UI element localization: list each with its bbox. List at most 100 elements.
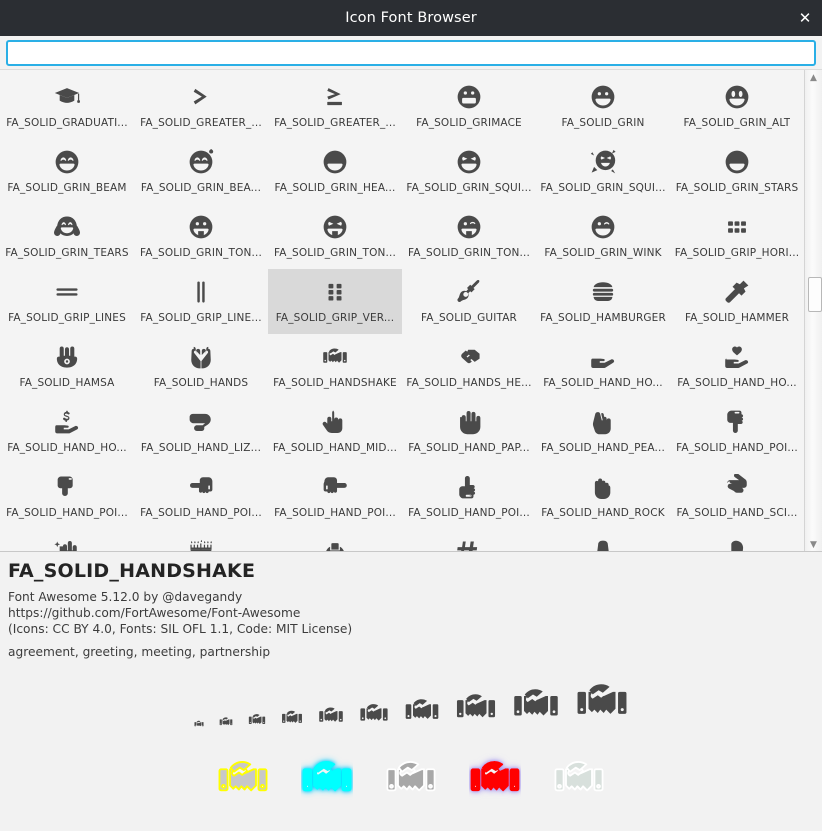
icon-cell[interactable]: FA_SOLID_GRIN_TEARS	[0, 204, 134, 269]
icon-cell-label: FA_SOLID_GRIN_TON...	[408, 247, 530, 259]
detail-credit: Font Awesome 5.12.0 by @davegandy	[8, 590, 243, 604]
grip-lines-vertical-icon	[188, 275, 214, 309]
icon-cell[interactable]: FA_SOLID_HAND_PEA...	[536, 399, 670, 464]
icon-cell[interactable]: FA_SOLID_GRADUATI...	[0, 74, 134, 139]
icon-cell-label: FA_SOLID_HANDS	[153, 377, 249, 389]
size-preview-icon	[575, 675, 629, 729]
icon-cell[interactable]	[268, 529, 402, 551]
detail-url: https://github.com/FortAwesome/Font-Awes…	[8, 606, 301, 620]
close-icon[interactable]: ✕	[788, 0, 822, 36]
icon-cell[interactable]	[536, 529, 670, 551]
hand-holding-usd-icon	[54, 405, 80, 439]
icon-cell-label: FA_SOLID_HANDSHAKE	[273, 377, 397, 389]
scroll-down-arrow-icon[interactable]: ▼	[805, 537, 822, 551]
icon-cell[interactable]: FA_SOLID_GRIP_LINES	[0, 269, 134, 334]
icon-cell[interactable]: FA_SOLID_GRIN	[536, 74, 670, 139]
grip-vertical-icon	[322, 275, 348, 309]
icon-cell[interactable]: FA_SOLID_GREATER_...	[134, 74, 268, 139]
icon-cell[interactable]: FA_SOLID_GRIN_BEAM	[0, 139, 134, 204]
icon-cell[interactable]: FA_SOLID_HAMSA	[0, 334, 134, 399]
icon-cell[interactable]: FA_SOLID_HAND_ROCK	[536, 464, 670, 529]
icon-cell[interactable]: FA_SOLID_GREATER_...	[268, 74, 402, 139]
icon-cell[interactable]: FA_SOLID_HAND_POI...	[402, 464, 536, 529]
icon-cell[interactable]: FA_SOLID_HAND_POI...	[268, 464, 402, 529]
icon-cell[interactable]: FA_SOLID_GRIN_HEA...	[268, 139, 402, 204]
icon-cell[interactable]: FA_SOLID_GRIN_TON...	[402, 204, 536, 269]
hand-point-down-icon	[724, 405, 750, 439]
hard-hat-icon	[322, 535, 348, 551]
icon-cell-label: FA_SOLID_GREATER_...	[274, 117, 396, 129]
size-preview-icon	[359, 699, 389, 729]
icon-cell[interactable]: FA_SOLID_HANDS	[134, 334, 268, 399]
detail-title: FA_SOLID_HANDSHAKE	[8, 560, 256, 582]
greater-than-icon	[188, 80, 214, 114]
hand-lizard-icon	[188, 405, 214, 439]
icon-cell[interactable]: FA_SOLID_GRIN_SQUI...	[536, 139, 670, 204]
icon-cell-label: FA_SOLID_HAND_LIZ...	[140, 442, 262, 454]
grin-tears-icon	[54, 210, 80, 244]
icon-cell-label: FA_SOLID_GRIN_ALT	[683, 117, 791, 129]
icon-cell[interactable]: FA_SOLID_HAND_HO...	[670, 334, 804, 399]
icon-cell[interactable]: FA_SOLID_GUITAR	[402, 269, 536, 334]
size-preview-icon	[404, 693, 440, 729]
icon-cell[interactable]: FA_SOLID_HAND_MID...	[268, 399, 402, 464]
icon-cell[interactable]: FA_SOLID_HAMMER	[670, 269, 804, 334]
grin-squint-icon	[456, 145, 482, 179]
icon-cell[interactable]: FA_SOLID_HAND_LIZ...	[134, 399, 268, 464]
grin-tongue-icon	[188, 210, 214, 244]
icon-cell[interactable]: FA_SOLID_HAND_HO...	[0, 399, 134, 464]
icon-cell[interactable]: FA_SOLID_GRIN_TON...	[134, 204, 268, 269]
graduation-cap-icon	[54, 80, 80, 114]
icon-cell[interactable]: FA_SOLID_GRIP_LINE...	[134, 269, 268, 334]
icon-cell-label: FA_SOLID_GRIN_TON...	[274, 247, 396, 259]
icon-cell[interactable]	[402, 529, 536, 551]
icon-cell-label: FA_SOLID_GRIN_SQUI...	[406, 182, 532, 194]
icon-cell[interactable]	[0, 529, 134, 551]
hanukiah-icon	[188, 535, 214, 551]
icon-cell[interactable]: FA_SOLID_HAND_POI...	[0, 464, 134, 529]
icon-cell-label: FA_SOLID_GRIP_LINES	[8, 312, 126, 324]
hashtag-icon	[456, 535, 482, 551]
icon-cell[interactable]: FA_SOLID_HAND_PAP...	[402, 399, 536, 464]
grip-lines-icon	[54, 275, 80, 309]
hand-point-up-icon	[456, 470, 482, 504]
icon-cell[interactable]: FA_SOLID_HAND_HO...	[536, 334, 670, 399]
icon-cell[interactable]	[670, 529, 804, 551]
grin-alt-icon	[724, 80, 750, 114]
search-input[interactable]	[6, 40, 816, 66]
icon-cell-label: FA_SOLID_GRIN_TEARS	[5, 247, 129, 259]
icon-cell-label: FA_SOLID_HAND_POI...	[274, 507, 396, 519]
icon-cell[interactable]: FA_SOLID_HANDS_HE...	[402, 334, 536, 399]
size-preview-icon	[455, 687, 497, 729]
icon-cell[interactable]: FA_SOLID_HAND_POI...	[670, 399, 804, 464]
icon-cell[interactable]: FA_SOLID_GRIN_STARS	[670, 139, 804, 204]
icon-cell[interactable]: FA_SOLID_HAND_POI...	[134, 464, 268, 529]
icon-cell-label: FA_SOLID_HAND_PAP...	[408, 442, 530, 454]
icon-cell-label: FA_SOLID_HAND_POI...	[676, 442, 798, 454]
icon-cell[interactable]: FA_SOLID_GRIP_VER...	[268, 269, 402, 334]
grid-scrollbar[interactable]: ▲ ▼	[804, 70, 822, 551]
icon-cell[interactable]: FA_SOLID_GRIN_SQUI...	[402, 139, 536, 204]
icon-cell[interactable]: FA_SOLID_GRIP_HORI...	[670, 204, 804, 269]
hand-point-left-icon	[188, 470, 214, 504]
icon-grid-scroll: FA_SOLID_GRADUATI... FA_SOLID_GREATER_...…	[0, 70, 804, 551]
icon-cell[interactable]: FA_SOLID_HAND_SCI...	[670, 464, 804, 529]
icon-cell-label: FA_SOLID_GRIN_STARS	[675, 182, 799, 194]
grin-tongue-squint-icon	[322, 210, 348, 244]
icon-cell[interactable]: FA_SOLID_GRIN_WINK	[536, 204, 670, 269]
icon-cell-label: FA_SOLID_HAMBURGER	[540, 312, 666, 324]
icon-cell[interactable]: FA_SOLID_GRIN_BEA...	[134, 139, 268, 204]
icon-cell[interactable]: FA_SOLID_HAMBURGER	[536, 269, 670, 334]
icon-cell[interactable]: FA_SOLID_HANDSHAKE	[268, 334, 402, 399]
icon-cell[interactable]	[134, 529, 268, 551]
icon-cell-label: FA_SOLID_HANDS_HE...	[406, 377, 532, 389]
icon-cell[interactable]: FA_SOLID_GRIMACE	[402, 74, 536, 139]
scroll-up-arrow-icon[interactable]: ▲	[805, 70, 822, 86]
hamburger-icon	[590, 275, 616, 309]
icon-cell-label: FA_SOLID_GRIP_HORI...	[674, 247, 800, 259]
hat-cowboy-side-icon	[724, 535, 750, 551]
icon-cell[interactable]: FA_SOLID_GRIN_TON...	[268, 204, 402, 269]
scrollbar-thumb[interactable]	[808, 277, 822, 312]
icon-cell[interactable]: FA_SOLID_GRIN_ALT	[670, 74, 804, 139]
hammer-icon	[724, 275, 750, 309]
